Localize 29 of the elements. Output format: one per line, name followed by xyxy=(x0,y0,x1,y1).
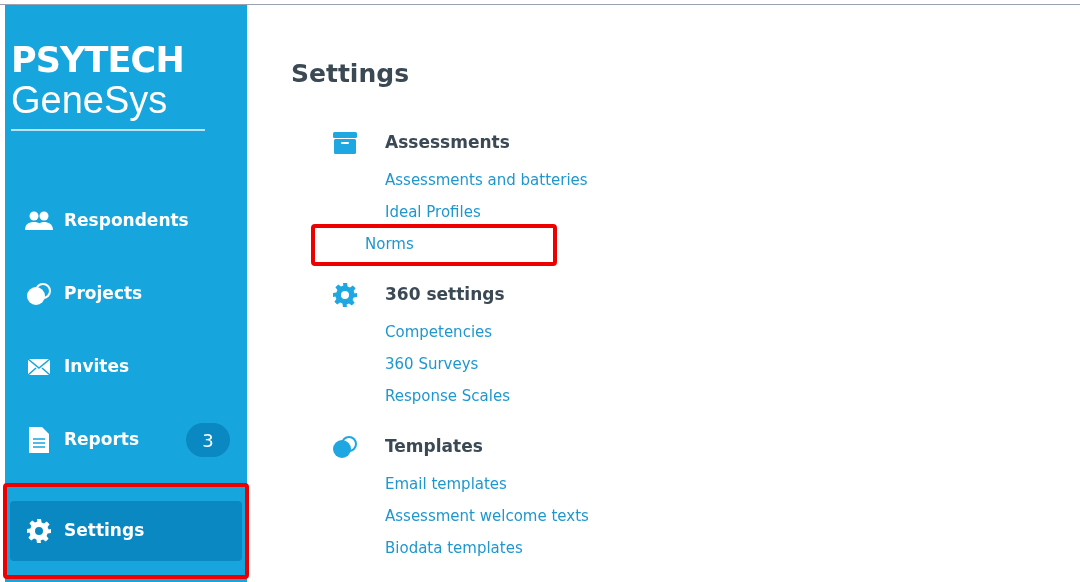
gear-icon xyxy=(27,519,51,543)
count-badge: 3 xyxy=(186,423,230,457)
logo-text: PSYTECH xyxy=(11,41,185,79)
logo-text: GeneSys xyxy=(11,79,169,121)
settings-link[interactable]: Norms xyxy=(365,233,414,256)
nav-item[interactable]: Reports 3 xyxy=(10,410,242,470)
section-heading: 360 settings xyxy=(385,282,505,306)
section-heading: Assessments xyxy=(385,130,510,154)
settings-link[interactable]: Assessments and batteries xyxy=(385,169,588,192)
nav-item[interactable]: Invites xyxy=(10,337,242,397)
gear-icon xyxy=(333,282,357,307)
settings-link[interactable]: Response Scales xyxy=(385,385,510,408)
page-title: Settings xyxy=(291,58,410,90)
settings-link[interactable]: Competencies xyxy=(385,321,493,344)
people-icon xyxy=(25,211,53,231)
document-icon xyxy=(29,427,49,453)
settings-link[interactable]: 360 Surveys xyxy=(385,353,479,376)
settings-link[interactable]: Assessment welcome texts xyxy=(385,505,589,528)
nav-item[interactable]: Projects xyxy=(10,264,242,324)
circles-icon xyxy=(26,282,52,306)
circles-icon xyxy=(332,434,358,459)
nav-item[interactable]: Settings xyxy=(10,501,242,561)
settings-link[interactable]: Email templates xyxy=(385,473,507,496)
archive-box-icon xyxy=(333,131,357,154)
settings-link[interactable]: Biodata templates xyxy=(385,537,523,560)
envelope-icon xyxy=(27,358,51,376)
section-heading: Templates xyxy=(385,434,483,458)
nav-item[interactable]: Respondents xyxy=(10,191,242,251)
settings-link[interactable]: Ideal Profiles xyxy=(385,201,481,224)
